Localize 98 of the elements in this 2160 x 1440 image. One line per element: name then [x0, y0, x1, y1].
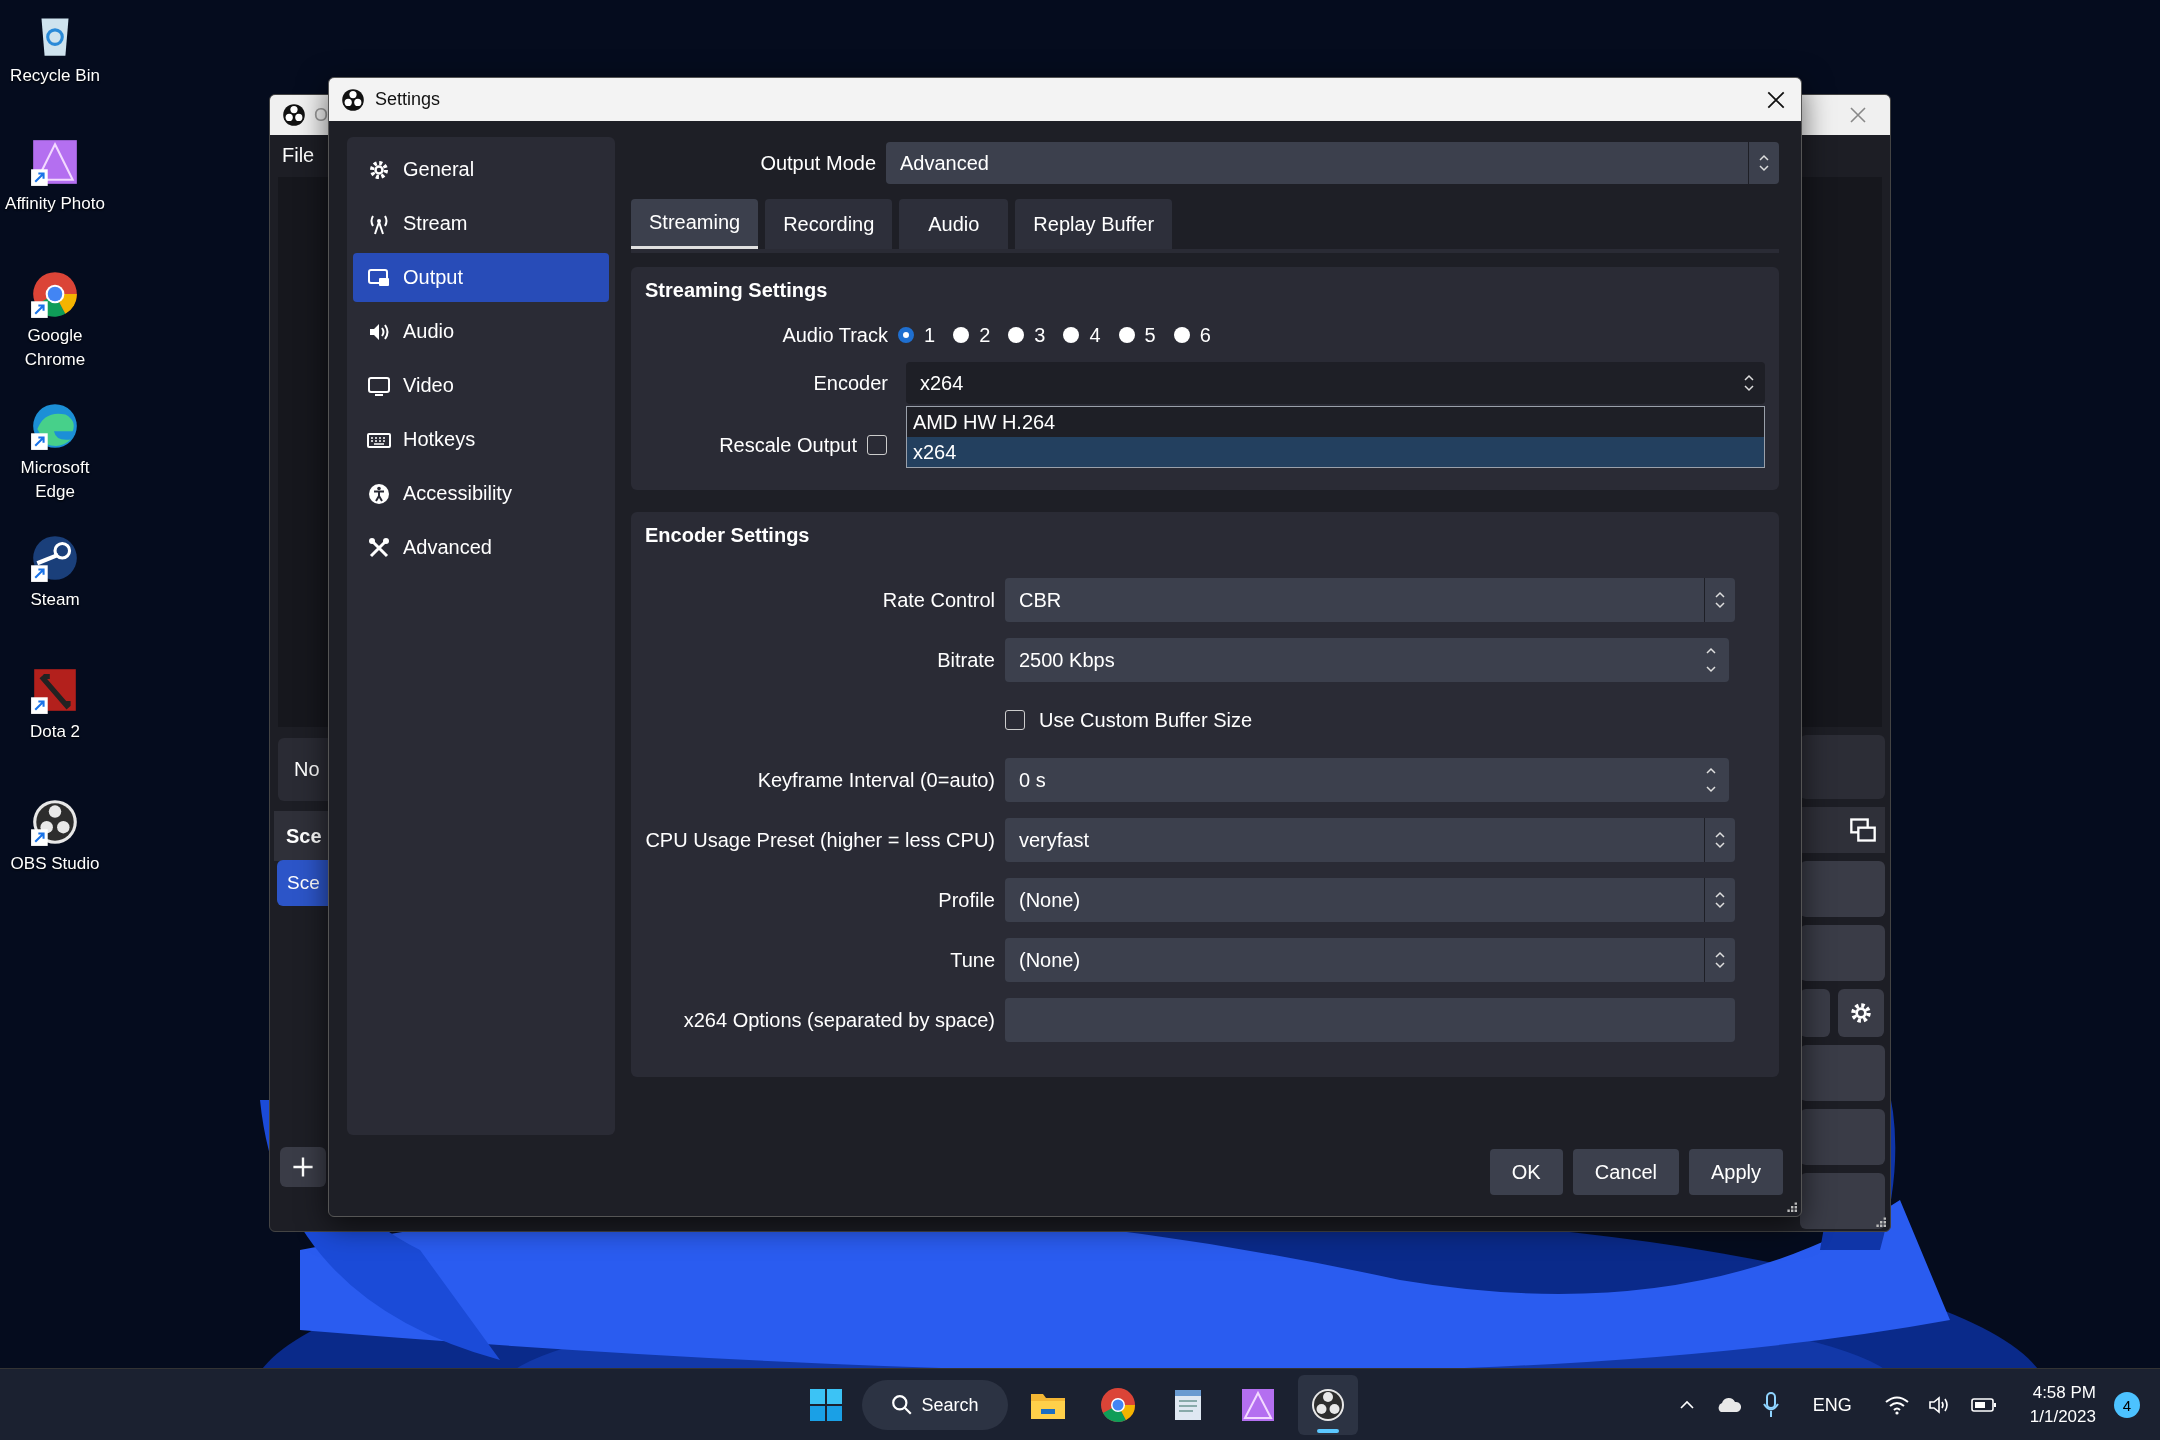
group-title: Encoder Settings [645, 524, 811, 548]
spin-box[interactable]: 2500 Kbps [1005, 638, 1729, 682]
ok-button[interactable]: OK [1489, 1149, 1563, 1195]
tab[interactable]: Replay Buffer [1015, 199, 1173, 249]
radio-button[interactable] [1008, 327, 1025, 343]
output-mode-dropdown[interactable]: Advanced [886, 142, 1779, 184]
desktop-icon-label[interactable]: Google Chrome [0, 324, 110, 372]
field-label: Bitrate [937, 648, 995, 671]
up-down-arrows-icon [1714, 830, 1726, 850]
sidebar-item[interactable]: Accessibility [353, 469, 609, 518]
checkbox-label: Use Custom Buffer Size [1039, 708, 1253, 732]
field-label: CPU Usage Preset (higher = less CPU) [645, 828, 995, 851]
input-field[interactable] [1005, 998, 1735, 1042]
checkbox[interactable] [867, 435, 887, 455]
menu-item[interactable]: File [282, 143, 315, 167]
radio-button[interactable] [953, 327, 970, 343]
scene-item[interactable]: Sce [277, 860, 329, 906]
clock-time: 4:58 PM [2032, 1382, 2096, 1404]
up-down-arrows-icon [1714, 950, 1726, 970]
up-down-arrows-icon [1705, 646, 1717, 674]
up-down-arrows-icon [1714, 590, 1726, 610]
settings-button[interactable] [1838, 989, 1884, 1037]
obs-icon [341, 87, 365, 112]
encoder-dropdown[interactable]: x264 [906, 362, 1765, 404]
up-down-arrows-icon [1743, 373, 1755, 393]
notification-badge[interactable]: 4 [2114, 1392, 2140, 1418]
desktop-icon-label[interactable]: OBS Studio [10, 852, 100, 876]
radio-button[interactable] [1118, 327, 1135, 343]
up-down-arrows-icon [1705, 766, 1717, 794]
clock[interactable]: 4:58 PM 1/1/2023 [2029, 1381, 2096, 1429]
dropdown[interactable]: CBR [1005, 578, 1735, 622]
desktop-icon-label[interactable]: Dota 2 [29, 720, 81, 744]
tools-icon [367, 535, 391, 560]
tab[interactable]: Audio [899, 199, 1009, 249]
group-title: Streaming Settings [645, 279, 829, 303]
up-down-arrows-icon [1758, 153, 1770, 173]
up-down-arrows-icon [1714, 890, 1726, 910]
sidebar-item[interactable]: Audio [353, 307, 609, 356]
sidebar-item[interactable]: Video [353, 361, 609, 410]
dropdown[interactable]: (None) [1005, 878, 1735, 922]
radio-option[interactable]: 2 [953, 323, 991, 347]
spin-box[interactable]: 0 s [1005, 758, 1729, 802]
person-icon [367, 481, 391, 506]
dropdown-option[interactable]: x264 [907, 437, 1764, 467]
window-title: Settings [375, 89, 441, 110]
window-title: O [314, 104, 328, 126]
radio-option[interactable]: 4 [1063, 323, 1101, 347]
sidebar-item[interactable]: Output [353, 253, 609, 302]
dock-title: Sce [286, 824, 322, 848]
radio-button[interactable] [1063, 327, 1080, 343]
search-field[interactable]: Search [862, 1380, 1008, 1430]
desktop-icon-label[interactable]: Steam [30, 588, 80, 612]
field-label: Output Mode [759, 151, 877, 175]
field-label: Audio Track [781, 323, 889, 347]
battery-icon[interactable] [1969, 1395, 1998, 1415]
dropdown-option[interactable]: AMD HW H.264 [907, 407, 1764, 437]
field-label: Rate Control [882, 588, 995, 611]
field-label: Encoder [812, 371, 889, 395]
dropdown[interactable]: (None) [1005, 938, 1735, 982]
field-label: Rescale Output [718, 433, 858, 457]
field-label: Keyframe Interval (0=auto) [757, 768, 995, 791]
chrome-icon [1098, 1385, 1138, 1425]
sidebar-item[interactable]: Advanced [353, 523, 609, 572]
sidebar-item[interactable]: Stream [353, 199, 609, 248]
desktop-icon-label[interactable]: Microsoft Edge [0, 456, 110, 504]
field-label: Profile [938, 888, 995, 911]
radio-option[interactable]: 3 [1008, 323, 1046, 347]
radio-option[interactable]: 6 [1173, 323, 1211, 347]
language-indicator[interactable]: ENG [1812, 1394, 1852, 1416]
status-text: No [294, 758, 320, 781]
apply-button[interactable]: Apply [1688, 1149, 1783, 1195]
resize-grip-icon[interactable] [1785, 1200, 1797, 1212]
cancel-button[interactable]: Cancel [1572, 1149, 1679, 1195]
sidebar-item[interactable]: General [353, 145, 609, 194]
radio-option[interactable]: 5 [1118, 323, 1156, 347]
plus-icon [291, 1155, 315, 1179]
gear-icon [1848, 1000, 1874, 1026]
sidebar-item[interactable]: Hotkeys [353, 415, 609, 464]
radio-option[interactable]: 1 [898, 323, 936, 347]
field-label: x264 Options (separated by space) [683, 1008, 995, 1031]
radio-button[interactable] [1173, 327, 1190, 343]
desktop-icon-label[interactable]: Affinity Photo [5, 192, 105, 216]
obs-icon [282, 103, 306, 127]
field-label: Tune [950, 948, 995, 971]
desktop-icon-label[interactable]: Recycle Bin [10, 64, 100, 88]
add-button[interactable] [280, 1147, 326, 1187]
windows-icon[interactable] [1849, 816, 1877, 844]
checkbox[interactable] [1005, 710, 1025, 730]
taskbar-app[interactable] [1298, 1375, 1358, 1435]
wifi-icon[interactable] [1883, 1395, 1910, 1415]
dropdown[interactable]: veryfast [1005, 818, 1735, 862]
radio-button[interactable] [898, 327, 914, 343]
search-icon [891, 1394, 914, 1416]
clock-date: 1/1/2023 [2029, 1406, 2096, 1428]
resize-grip-icon[interactable] [1874, 1215, 1886, 1227]
microphone-icon[interactable] [1760, 1391, 1781, 1419]
tab[interactable]: Streaming [631, 199, 759, 249]
tab[interactable]: Recording [765, 199, 893, 249]
